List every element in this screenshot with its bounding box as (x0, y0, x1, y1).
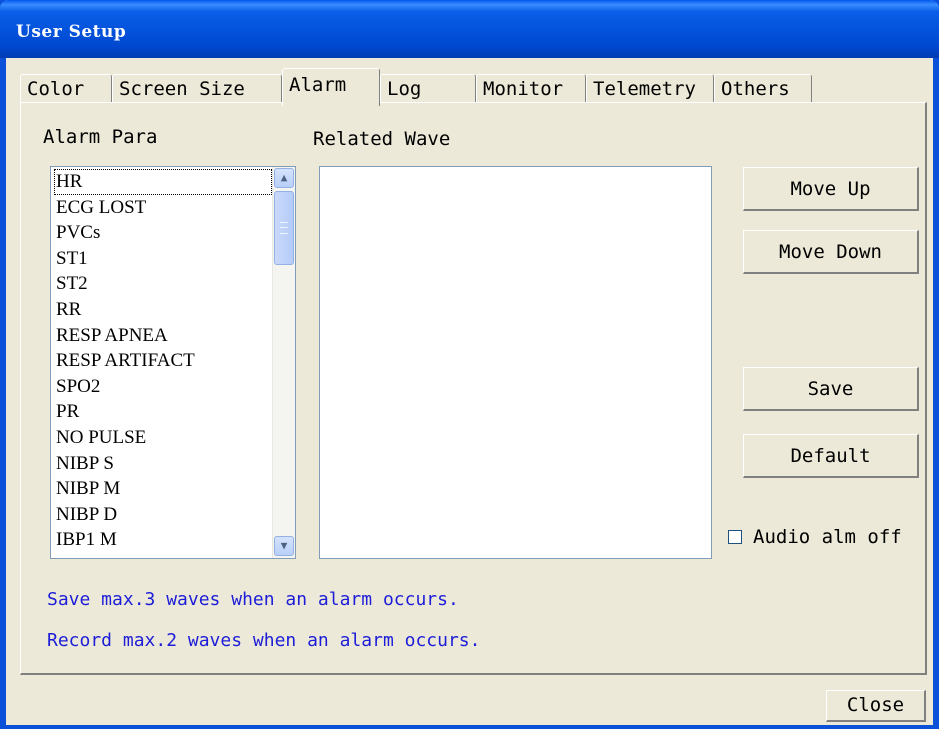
scrollbar-thumb[interactable] (274, 191, 294, 265)
alarm-para-item[interactable]: SPO2 (54, 374, 272, 400)
alarm-para-scrollbar[interactable]: ▲ ▼ (272, 167, 295, 558)
record-waves-info: Record max.2 waves when an alarm occurs. (47, 630, 481, 651)
alarm-para-list[interactable]: HR ECG LOST PVCs ST1 ST2 RR RESP APNEA RESP ART… (50, 166, 296, 559)
alarm-para-item[interactable]: RR (54, 297, 272, 323)
alarm-para-items: HR ECG LOST PVCs ST1 ST2 RR RESP APNEA RESP ART… (54, 169, 272, 558)
tab-log[interactable]: Log (380, 74, 476, 104)
close-button[interactable]: Close (826, 690, 926, 722)
alarm-para-item[interactable]: NO PULSE (54, 425, 272, 451)
alarm-para-label: Alarm Para (43, 126, 158, 148)
audio-alarm-off-label: Audio alm off (753, 526, 902, 548)
save-button[interactable]: Save (743, 367, 919, 411)
tab-telemetry[interactable]: Telemetry (586, 74, 714, 104)
move-up-button[interactable]: Move Up (743, 167, 919, 211)
tab-screen-size[interactable]: Screen Size (112, 74, 282, 104)
window-title: User Setup (16, 22, 127, 42)
title-bar[interactable]: User Setup (0, 0, 939, 58)
chevron-down-icon[interactable]: ▼ (274, 536, 294, 556)
save-waves-info: Save max.3 waves when an alarm occurs. (47, 589, 459, 610)
tab-color[interactable]: Color (20, 74, 112, 104)
alarm-para-item[interactable]: IBP1 M (54, 527, 272, 553)
alarm-para-item[interactable]: ST2 (54, 271, 272, 297)
grip-icon (280, 222, 288, 234)
alarm-para-item[interactable]: RESP APNEA (54, 323, 272, 349)
alarm-para-item[interactable]: NIBP M (54, 476, 272, 502)
related-wave-list[interactable] (319, 166, 712, 559)
move-down-button[interactable]: Move Down (743, 230, 919, 274)
tab-others[interactable]: Others (714, 74, 812, 104)
alarm-para-item[interactable]: RESP ARTIFACT (54, 348, 272, 374)
chevron-up-icon[interactable]: ▲ (274, 168, 294, 188)
alarm-para-item[interactable]: HR (54, 169, 272, 195)
alarm-para-item[interactable]: ECG LOST (54, 195, 272, 221)
related-wave-label: Related Wave (313, 128, 451, 150)
default-button[interactable]: Default (743, 434, 919, 478)
alarm-para-item[interactable]: PR (54, 399, 272, 425)
alarm-para-item[interactable]: PVCs (54, 220, 272, 246)
tab-monitor[interactable]: Monitor (476, 74, 586, 104)
tab-alarm[interactable]: Alarm (282, 68, 380, 106)
user-setup-window: User Setup Color Screen Size Alarm Log M… (0, 0, 939, 729)
alarm-para-item[interactable]: IBP1 S (54, 553, 272, 558)
alarm-para-item[interactable]: NIBP D (54, 502, 272, 528)
alarm-para-item[interactable]: NIBP S (54, 451, 272, 477)
audio-alarm-off-checkbox[interactable] (728, 530, 742, 544)
alarm-para-item[interactable]: ST1 (54, 246, 272, 272)
